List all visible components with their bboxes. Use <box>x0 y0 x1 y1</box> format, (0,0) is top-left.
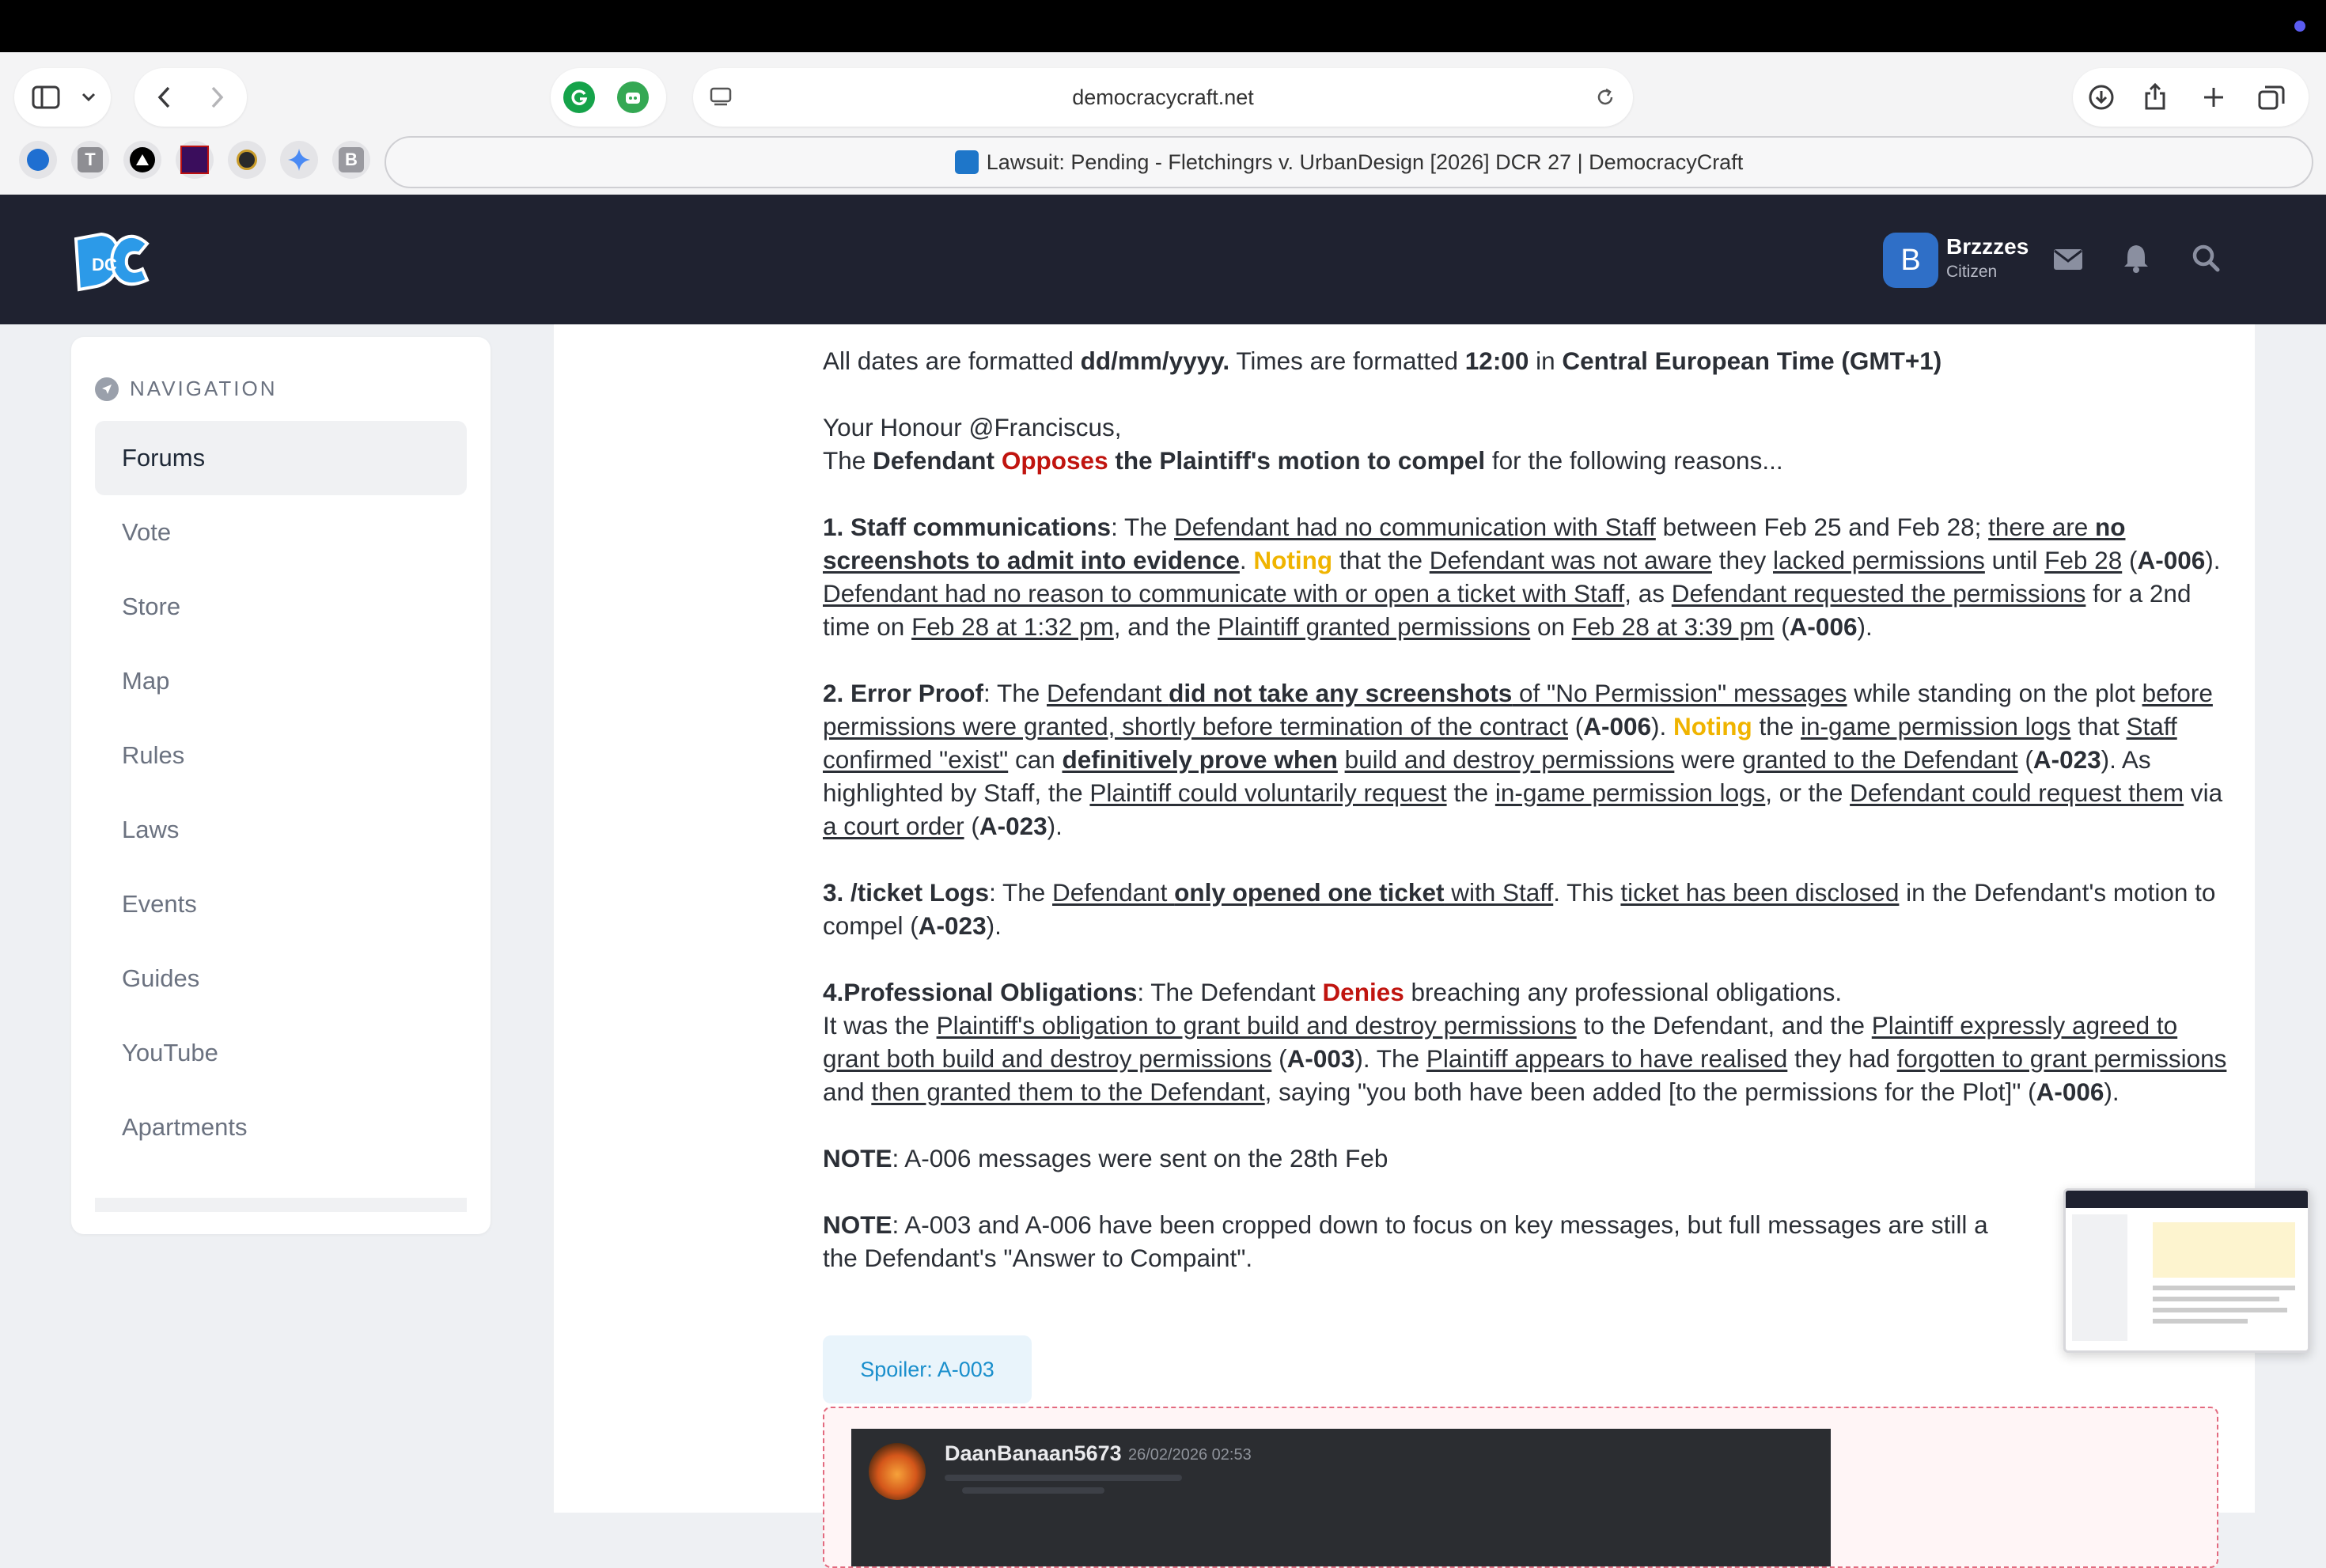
sidebar-item-label: Map <box>122 667 170 695</box>
browser-chrome: democracycraft.net T B Lawsuit: Pending … <box>0 52 2326 195</box>
favorite-dark-icon[interactable] <box>228 141 266 179</box>
navigation-heading-label: NAVIGATION <box>130 377 278 400</box>
extensions-group <box>551 68 666 127</box>
url-text: democracycraft.net <box>1072 85 1254 109</box>
discord-author: DaanBanaan5673 <box>945 1441 1122 1465</box>
sidebar-item-youtube[interactable]: YouTube <box>95 1016 467 1090</box>
note-two: NOTE: A-003 and A-006 have been cropped … <box>823 1210 1988 1272</box>
discord-avatar <box>869 1443 926 1500</box>
favorite-b-label: B <box>339 147 364 172</box>
sidebar-item-guides[interactable]: Guides <box>95 941 467 1016</box>
sidebar-item-label: Apartments <box>122 1113 248 1141</box>
downloads-icon[interactable] <box>2087 83 2116 112</box>
sidebar-item-map[interactable]: Map <box>95 644 467 718</box>
mention-link[interactable]: @Franciscus <box>968 413 1114 441</box>
sidebar-item-laws[interactable]: Laws <box>95 793 467 867</box>
sidebar-item-label: Vote <box>122 518 172 546</box>
post-content-area: All dates are formatted dd/mm/yyyy. Time… <box>554 324 2255 1568</box>
discord-timestamp: 26/02/2026 02:53 <box>1128 1446 1252 1464</box>
sidebar-divider <box>95 1198 467 1212</box>
system-top-bar <box>0 0 2326 52</box>
paragraph-staff-communications: 1. Staff communications: The Defendant h… <box>823 513 2221 641</box>
site-header: DC B Brzzzes Citizen <box>0 195 2326 324</box>
post-body: All dates are formatted dd/mm/yyyy. Time… <box>823 324 2231 1274</box>
sidebar-item-label: Laws <box>122 816 180 843</box>
discord-message-preview <box>962 1487 1104 1494</box>
sidebar-item-apartments[interactable]: Apartments <box>95 1090 467 1165</box>
sidebar-item-label: YouTube <box>122 1039 218 1066</box>
favorite-sparkle-icon[interactable] <box>280 141 318 179</box>
share-icon[interactable] <box>2141 81 2169 112</box>
favorite-triangle-icon[interactable] <box>123 141 161 179</box>
sidebar-item-vote[interactable]: Vote <box>95 495 467 570</box>
history-nav <box>134 68 247 127</box>
toolbar-actions <box>2073 68 2309 127</box>
sidebar-item-store[interactable]: Store <box>95 570 467 644</box>
spoiler-button[interactable]: Spoiler: A-003 <box>823 1335 1032 1403</box>
favorite-r-icon[interactable] <box>176 141 214 179</box>
sidebar-item-label: Rules <box>122 741 185 769</box>
inbox-icon[interactable] <box>2052 245 2084 274</box>
logo-text: DC <box>92 255 117 275</box>
note-one: NOTE: A-006 messages were sent on the 28… <box>823 1144 1388 1172</box>
user-role: Citizen <box>1946 263 1998 281</box>
address-bar[interactable]: democracycraft.net <box>693 68 1633 127</box>
search-icon[interactable] <box>2190 242 2222 274</box>
active-tab[interactable]: Lawsuit: Pending - Fletchingrs v. UrbanD… <box>385 136 2313 188</box>
navigation-heading: NAVIGATION <box>95 377 278 401</box>
sidebar-item-label: Forums <box>122 444 206 472</box>
sidebar-navigation: NAVIGATION Forums Vote Store Map Rules L… <box>71 337 491 1234</box>
user-avatar[interactable]: B <box>1883 233 1938 288</box>
sidebar-item-label: Guides <box>122 964 200 992</box>
extension-robot-icon[interactable] <box>617 81 649 113</box>
discord-reply-preview <box>945 1475 1182 1481</box>
sidebar-item-label: Events <box>122 890 197 918</box>
embedded-screenshot: DaanBanaan5673 26/02/2026 02:53 <box>851 1429 1831 1566</box>
sidebar-item-label: Store <box>122 593 181 620</box>
forward-button[interactable] <box>206 85 229 109</box>
sidebar-item-forums[interactable]: Forums <box>95 421 467 495</box>
intro-line: The Defendant Opposes the Plaintiff's mo… <box>823 446 1783 475</box>
recording-indicator-icon <box>2294 21 2305 32</box>
navigation-arrow-icon <box>95 377 119 401</box>
paragraph-error-proof: 2. Error Proof: The Defendant did not ta… <box>823 679 2223 840</box>
back-button[interactable] <box>152 85 176 109</box>
tab-overview-icon[interactable] <box>2256 83 2286 112</box>
sidebar-icon <box>30 83 62 112</box>
screenshot-thumbnail-preview[interactable] <box>2063 1188 2310 1353</box>
favorite-t-label: T <box>78 147 103 172</box>
date-format-line: All dates are formatted dd/mm/yyyy. Time… <box>823 347 1942 375</box>
favorite-t-icon[interactable]: T <box>71 141 109 179</box>
tab-title: Lawsuit: Pending - Fletchingrs v. UrbanD… <box>986 150 1744 174</box>
tab-title-row: Lawsuit: Pending - Fletchingrs v. UrbanD… <box>386 138 2312 187</box>
notifications-bell-icon[interactable] <box>2122 242 2150 274</box>
favorite-b-icon[interactable]: B <box>332 141 370 179</box>
greeting-line: Your Honour @Franciscus, <box>823 413 1122 441</box>
reload-icon[interactable] <box>1593 85 1617 109</box>
grammarly-icon[interactable] <box>563 81 595 113</box>
chevron-down-icon <box>79 89 98 105</box>
paragraph-professional-obligations: 4.Professional Obligations: The Defendan… <box>823 978 2227 1106</box>
paragraph-ticket-logs: 3. /ticket Logs: The Defendant only open… <box>823 878 2216 940</box>
spoiler-content: DaanBanaan5673 26/02/2026 02:53 <box>823 1407 2218 1568</box>
site-favicon-icon <box>954 150 979 174</box>
favorite-1-icon[interactable] <box>19 141 57 179</box>
sidebar-toggle-button[interactable] <box>14 68 111 127</box>
user-name[interactable]: Brzzzes <box>1946 234 2029 259</box>
new-tab-icon[interactable] <box>2199 83 2228 112</box>
site-logo[interactable]: DC <box>70 226 153 294</box>
sidebar-item-rules[interactable]: Rules <box>95 718 467 793</box>
sidebar-item-events[interactable]: Events <box>95 867 467 941</box>
